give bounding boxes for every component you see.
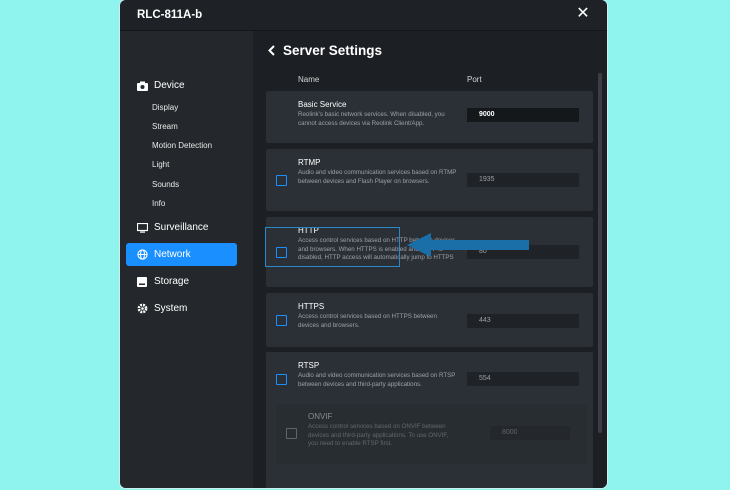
service-name: RTSP — [298, 361, 320, 370]
camera-icon — [136, 80, 148, 92]
back-chevron-icon[interactable] — [268, 45, 275, 56]
sidebar-item-device[interactable]: Device — [126, 74, 237, 97]
page-title-text: Server Settings — [283, 43, 383, 58]
port-field-https[interactable]: 443 — [467, 314, 579, 328]
service-description: Reolink's basic network services. When d… — [298, 111, 445, 127]
port-field-rtsp[interactable]: 554 — [467, 372, 579, 386]
sidebar-item-label: Storage — [154, 276, 190, 287]
checkbox-http[interactable] — [276, 247, 287, 258]
sidebar-item-surveillance[interactable]: Surveillance — [126, 216, 237, 239]
service-row-basic: Basic Service Reolink's basic network se… — [266, 91, 593, 143]
sidebar-subitem-sounds[interactable]: Sounds — [152, 180, 179, 189]
service-name: RTMP — [298, 158, 321, 167]
sidebar-item-label: Surveillance — [154, 222, 209, 233]
sidebar-subitem-stream[interactable]: Stream — [152, 122, 178, 131]
checkbox-rtmp[interactable] — [276, 175, 287, 186]
service-name: Basic Service — [298, 100, 347, 109]
port-field-onvif[interactable]: 8000 — [490, 426, 570, 440]
service-row-onvif: ONVIF Access control services based on O… — [276, 404, 587, 464]
service-name: HTTP — [298, 226, 319, 235]
surveillance-icon — [136, 222, 148, 234]
port-field-basic[interactable]: 9000 — [467, 108, 579, 122]
close-icon[interactable]: ✕ — [575, 6, 591, 22]
service-row-https: HTTPS Access control services based on H… — [266, 293, 593, 347]
column-header-name: Name — [298, 75, 320, 84]
sidebar: Device Display Stream Motion Detection L… — [120, 31, 253, 488]
service-description: Audio and video communication services b… — [298, 372, 456, 388]
service-description: Access control services based on HTTPS b… — [298, 313, 437, 329]
service-description: Audio and video communication services b… — [298, 169, 457, 185]
service-description: Access control services based on ONVIF b… — [308, 423, 449, 447]
gear-icon — [136, 303, 148, 315]
scrollbar[interactable] — [598, 73, 602, 433]
globe-icon — [136, 249, 148, 261]
sidebar-subitem-info[interactable]: Info — [152, 199, 165, 208]
sidebar-subitem-light[interactable]: Light — [152, 160, 169, 169]
column-header-port: Port — [467, 75, 482, 84]
window-title: RLC-811A-b — [137, 9, 203, 21]
sidebar-item-storage[interactable]: Storage — [126, 270, 237, 293]
sidebar-subitem-motion-detection[interactable]: Motion Detection — [152, 141, 212, 150]
service-row-rtmp: RTMP Audio and video communication servi… — [266, 149, 593, 211]
sidebar-item-label: Network — [154, 249, 191, 260]
settings-window: RLC-811A-b ✕ Device Display Stream Motio… — [120, 0, 607, 488]
sidebar-item-system[interactable]: System — [126, 297, 237, 320]
sidebar-item-network[interactable]: Network — [126, 243, 237, 266]
service-row-rtsp: RTSP Audio and video communication servi… — [266, 352, 593, 488]
title-bar: RLC-811A-b ✕ — [120, 0, 607, 31]
port-field-rtmp[interactable]: 1935 — [467, 173, 579, 187]
sidebar-item-label: System — [154, 303, 188, 314]
service-row-http: HTTP Access control services based on HT… — [266, 217, 593, 287]
sidebar-subitem-display[interactable]: Display — [152, 103, 178, 112]
checkbox-rtsp[interactable] — [276, 374, 287, 385]
service-name: ONVIF — [308, 412, 333, 421]
sidebar-item-label: Device — [154, 80, 185, 91]
service-name: HTTPS — [298, 302, 325, 311]
storage-icon — [136, 276, 148, 288]
checkbox-onvif[interactable] — [286, 428, 297, 439]
checkbox-https[interactable] — [276, 315, 287, 326]
service-description: Access control services based on HTTP be… — [298, 237, 456, 261]
port-field-http[interactable]: 80 — [467, 245, 579, 259]
main-panel: Server Settings Name Port Basic Service … — [254, 31, 607, 488]
page-title: Server Settings — [268, 43, 382, 58]
